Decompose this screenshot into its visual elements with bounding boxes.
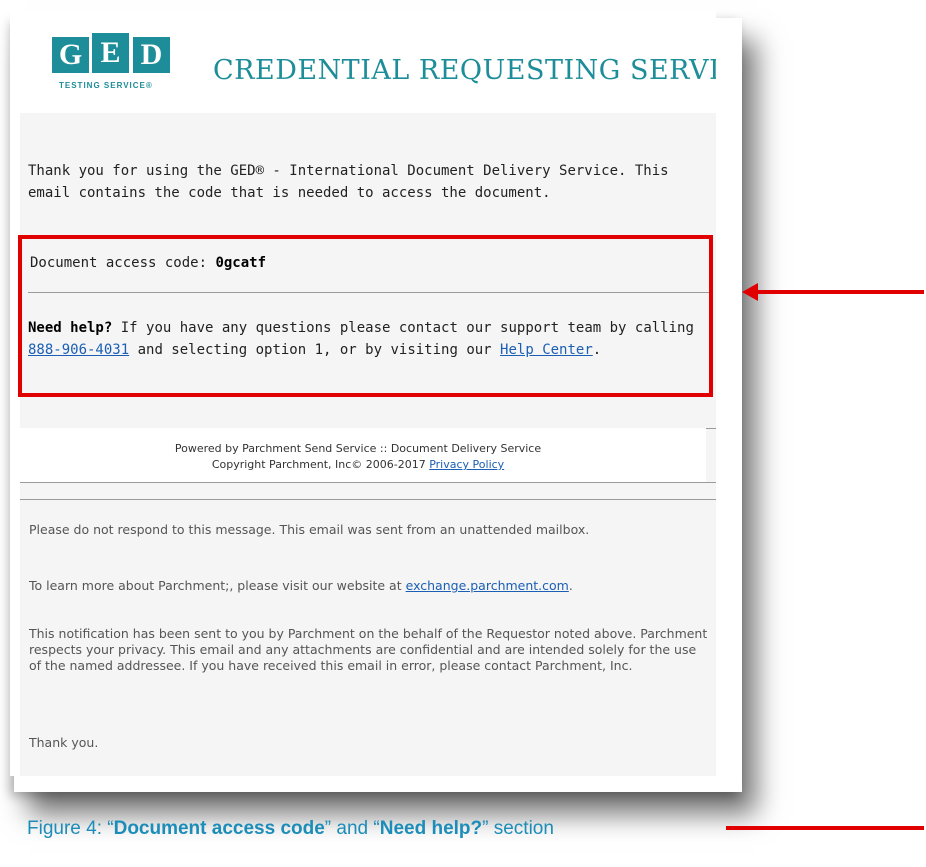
email-header: G E D TESTING SERVICE® CREDENTIAL REQUES… bbox=[20, 15, 716, 113]
header-title: CREDENTIAL REQUESTING SERVICE bbox=[213, 55, 716, 86]
footer-mid-divider bbox=[20, 482, 716, 483]
caption-middle: ” and “ bbox=[324, 818, 380, 839]
confidentiality-notice: This notification has been sent to you b… bbox=[29, 626, 708, 673]
caption-suffix: ” section bbox=[482, 818, 554, 839]
figure-caption: Figure 4: “Document access code” and “Ne… bbox=[27, 818, 554, 840]
email-footer: Powered by Parchment Send Service :: Doc… bbox=[10, 428, 706, 483]
logo-letter-g: G bbox=[52, 37, 89, 73]
highlight-box bbox=[18, 235, 713, 397]
logo-letter-d: D bbox=[133, 37, 170, 73]
footer-bottom-divider bbox=[20, 499, 716, 500]
parchment-website-link[interactable]: exchange.parchment.com bbox=[406, 578, 569, 593]
caption-pointer-line bbox=[726, 826, 924, 830]
powered-by-text: Powered by Parchment Send Service :: Doc… bbox=[174, 442, 542, 455]
ged-logo: G E D TESTING SERVICE® bbox=[45, 33, 176, 103]
caption-bold-2: Need help? bbox=[379, 818, 483, 839]
learn-more-end: . bbox=[568, 578, 573, 593]
learn-more-text: To learn more about Parchment;, please v… bbox=[29, 578, 402, 593]
copyright-line: Copyright Parchment, Inc© 2006-2017 Priv… bbox=[10, 458, 706, 471]
privacy-policy-link[interactable]: Privacy Policy bbox=[429, 458, 504, 471]
pointer-arrow-line bbox=[752, 290, 924, 294]
caption-bold-1: Document access code bbox=[113, 818, 325, 839]
learn-more-notice: To learn more about Parchment;, please v… bbox=[29, 578, 709, 594]
no-reply-notice: Please do not respond to this message. T… bbox=[29, 522, 590, 537]
caption-prefix: Figure 4: “ bbox=[27, 818, 114, 839]
ged-logo-mark: G E D bbox=[45, 33, 176, 75]
logo-letter-e: E bbox=[92, 33, 129, 73]
copyright-text: Copyright Parchment, Inc© 2006-2017 bbox=[211, 458, 426, 471]
intro-paragraph: Thank you for using the GED® - Internati… bbox=[28, 163, 669, 201]
logo-tagline: TESTING SERVICE® bbox=[59, 81, 153, 90]
thank-you-text: Thank you. bbox=[29, 735, 99, 750]
